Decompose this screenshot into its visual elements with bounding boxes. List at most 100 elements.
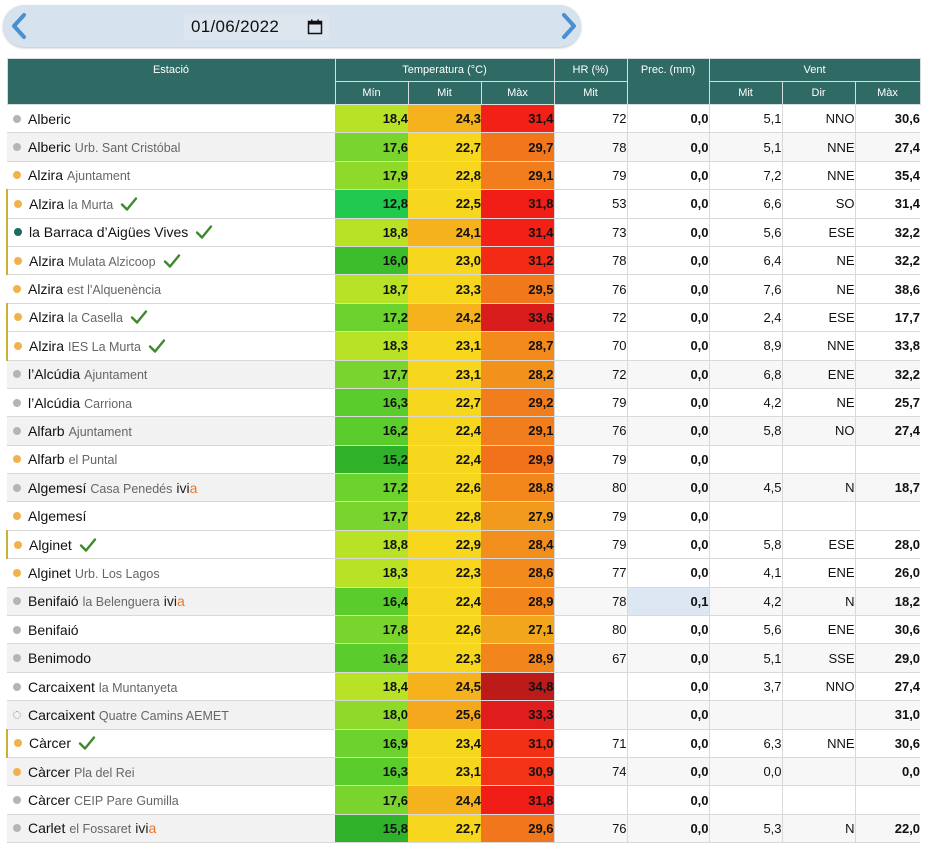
station-name: Alberic xyxy=(28,139,71,156)
temp-min-cell: 18,4 xyxy=(335,104,408,134)
temp-min-cell: 15,2 xyxy=(335,445,408,475)
station-cell[interactable]: Càrcer Pla del Rei xyxy=(7,757,335,787)
station-cell[interactable]: Alzira IES La Murta xyxy=(6,331,335,361)
table-row[interactable]: la Barraca d’Aigües Vives 18,8 24,1 31,4 73 0… xyxy=(6,218,921,247)
station-cell[interactable]: Algemesí xyxy=(7,501,335,531)
station-cell[interactable]: Benifaió la Belenguera ivia xyxy=(7,587,335,617)
table-row[interactable]: l’Alcúdia Carriona 16,3 22,7 29,2 79 0,0 4,2 NE 2… xyxy=(7,388,921,418)
hr-cell: 53 xyxy=(553,189,628,219)
station-cell[interactable]: Algemesí Casa Penedés ivia xyxy=(7,473,335,503)
calendar-icon[interactable] xyxy=(307,19,323,35)
table-row[interactable]: Benifaió 17,8 22,6 27,1 80 0,0 5,6 ENE 30,6 xyxy=(7,615,921,645)
station-cell[interactable]: Alzira Ajuntament xyxy=(7,161,335,191)
date-picker-field[interactable]: 01/06/2022 xyxy=(184,14,329,40)
precipitation-cell: 0,0 xyxy=(626,388,710,418)
station-name: la Barraca d’Aigües Vives xyxy=(29,224,189,241)
station-cell[interactable]: Alfarb Ajuntament xyxy=(7,416,335,446)
table-row[interactable]: Alzira IES La Murta 18,3 23,1 28,7 70 0,0 8,9 NN… xyxy=(6,331,921,361)
table-row[interactable]: Alzira la Casella 17,2 24,2 33,6 72 0,0 2,4 ESE 1… xyxy=(6,303,921,333)
temp-min-cell: 18,3 xyxy=(335,558,408,588)
header-hr-mit[interactable]: Mit xyxy=(553,81,628,105)
table-row[interactable]: Algemesí 17,7 22,8 27,9 79 0,0 xyxy=(7,501,921,531)
header-temp-mit[interactable]: Mit xyxy=(407,81,482,105)
station-cell[interactable]: Alzira est l'Alquenència xyxy=(7,274,335,304)
wind-max-cell: 30,6 xyxy=(854,729,921,758)
hr-cell: 72 xyxy=(553,104,628,134)
table-row[interactable]: l’Alcúdia Ajuntament 17,7 23,1 28,2 72 0,0 6,8 E… xyxy=(7,360,921,389)
table-row[interactable]: Alginet 18,8 22,9 28,4 79 0,0 5,8 ESE 28,0 xyxy=(6,530,921,560)
wind-mit-cell: 6,3 xyxy=(708,729,783,758)
station-name: Càrcer xyxy=(28,792,71,809)
temp-min-cell: 18,8 xyxy=(335,530,408,560)
station-cell[interactable]: Alzira la Murta xyxy=(6,189,335,219)
station-cell[interactable]: Alginet xyxy=(6,530,335,560)
station-cell[interactable]: la Barraca d’Aigües Vives xyxy=(6,218,335,247)
station-cell[interactable]: l’Alcúdia Ajuntament xyxy=(7,360,335,389)
temp-mit-cell: 22,7 xyxy=(408,814,481,844)
check-icon xyxy=(196,225,213,239)
station-subname: Mulata Alzicoop xyxy=(68,254,156,269)
temp-mit-cell: 23,1 xyxy=(408,757,481,787)
table-row[interactable]: Alfarb Ajuntament 16,2 22,4 29,1 76 0,0 5,8 NO 27… xyxy=(7,416,921,446)
hr-cell: 79 xyxy=(553,530,628,560)
wind-dir-cell: N xyxy=(781,814,856,844)
header-wind-max[interactable]: Màx xyxy=(854,81,921,105)
table-row[interactable]: Carlet el Fossaret ivia 15,8 22,7 29,6 76 0,0 5,… xyxy=(7,814,921,844)
station-cell[interactable]: Càrcer CEIP Pare Gumilla xyxy=(7,785,335,815)
table-row[interactable]: Carcaixent Quatre Camins AEMET 18,0 25,6 33,… xyxy=(7,700,921,730)
station-cell[interactable]: Carlet el Fossaret ivia xyxy=(7,814,335,844)
header-wind-dir[interactable]: Dir xyxy=(781,81,856,105)
hr-cell: 73 xyxy=(553,218,628,247)
station-cell[interactable]: Alberic xyxy=(7,104,335,134)
wind-max-cell: 26,0 xyxy=(854,558,921,588)
table-row[interactable]: Alginet Urb. Los Lagos 18,3 22,3 28,6 77 0,0 4,… xyxy=(7,558,921,588)
header-precipitation[interactable]: Prec. (mm) xyxy=(626,58,710,105)
station-cell[interactable]: Benimodo xyxy=(7,643,335,673)
table-row[interactable]: Alberic 18,4 24,3 31,4 72 0,0 5,1 NNO 30,6 xyxy=(7,104,921,134)
table-row[interactable]: Alzira Mulata Alzicoop 16,0 23,0 31,2 78 0,0 6,… xyxy=(6,246,921,276)
previous-day-button[interactable] xyxy=(7,12,33,40)
precipitation-cell: 0,0 xyxy=(626,104,710,134)
temp-max-cell: 33,6 xyxy=(481,303,555,333)
station-cell[interactable]: Càrcer xyxy=(6,729,335,758)
table-row[interactable]: Alfarb el Puntal 15,2 22,4 29,9 79 0,0 xyxy=(7,445,921,475)
temp-min-cell: 16,9 xyxy=(335,729,408,758)
header-station[interactable]: Estació xyxy=(6,58,336,105)
temp-max-cell: 28,7 xyxy=(481,331,555,361)
table-row[interactable]: Benifaió la Belenguera ivia 16,4 22,4 28,9 78 0… xyxy=(7,587,921,617)
station-cell[interactable]: Alberic Urb. Sant Cristóbal xyxy=(7,132,335,162)
station-cell[interactable]: Benifaió xyxy=(7,615,335,645)
station-cell[interactable]: Alginet Urb. Los Lagos xyxy=(7,558,335,588)
station-name: Alginet xyxy=(28,564,71,581)
wind-dir-cell: NNO xyxy=(781,672,856,702)
table-row[interactable]: Algemesí Casa Penedés ivia 17,2 22,6 28,8 80 0,… xyxy=(7,473,921,503)
wind-dir-cell: NE xyxy=(781,274,856,304)
station-cell[interactable]: Alzira la Casella xyxy=(6,303,335,333)
temp-max-cell: 29,7 xyxy=(481,132,555,162)
station-cell[interactable]: Carcaixent la Muntanyeta xyxy=(7,672,335,702)
table-row[interactable]: Càrcer 16,9 23,4 31,0 71 0,0 6,3 NNE 30,6 xyxy=(6,729,921,758)
temp-max-cell: 33,3 xyxy=(481,700,555,730)
table-row[interactable]: Càrcer Pla del Rei 16,3 23,1 30,9 74 0,0 0,0 0,0 xyxy=(7,757,921,787)
header-temp-max[interactable]: Màx xyxy=(480,81,555,105)
table-row[interactable]: Alzira est l'Alquenència 18,7 23,3 29,5 76 0,0… xyxy=(7,274,921,304)
table-row[interactable]: Alzira Ajuntament 17,9 22,8 29,1 79 0,0 7,2 NNE 3… xyxy=(7,161,921,191)
station-name: Benifaió xyxy=(28,593,79,610)
station-cell[interactable]: Alfarb el Puntal xyxy=(7,445,335,475)
table-row[interactable]: Alberic Urb. Sant Cristóbal 17,6 22,7 29,7 78… xyxy=(7,132,921,162)
next-day-button[interactable] xyxy=(555,12,581,40)
header-wind-mit[interactable]: Mit xyxy=(708,81,783,105)
wind-dir-cell: SO xyxy=(781,189,856,219)
table-row[interactable]: Benimodo 16,2 22,3 28,9 67 0,0 5,1 SSE 29,0 xyxy=(7,643,921,673)
station-subname: la Muntanyeta xyxy=(98,680,178,695)
date-value[interactable]: 01/06/2022 xyxy=(191,17,279,37)
station-cell[interactable]: Carcaixent Quatre Camins AEMET xyxy=(7,700,335,730)
station-cell[interactable]: l’Alcúdia Carriona xyxy=(7,388,335,418)
table-row[interactable]: Alzira la Murta 12,8 22,5 31,8 53 0,0 6,6 SO 31,4 xyxy=(6,189,921,219)
check-icon xyxy=(120,197,138,211)
wind-mit-cell: 5,1 xyxy=(708,643,783,673)
table-row[interactable]: Carcaixent la Muntanyeta 18,4 24,5 34,8 0,0 3,… xyxy=(7,672,921,702)
table-row[interactable]: Càrcer CEIP Pare Gumilla 17,6 24,4 31,8 0,0 xyxy=(7,785,921,815)
header-temp-min[interactable]: Mín xyxy=(334,81,409,105)
station-cell[interactable]: Alzira Mulata Alzicoop xyxy=(6,246,335,276)
